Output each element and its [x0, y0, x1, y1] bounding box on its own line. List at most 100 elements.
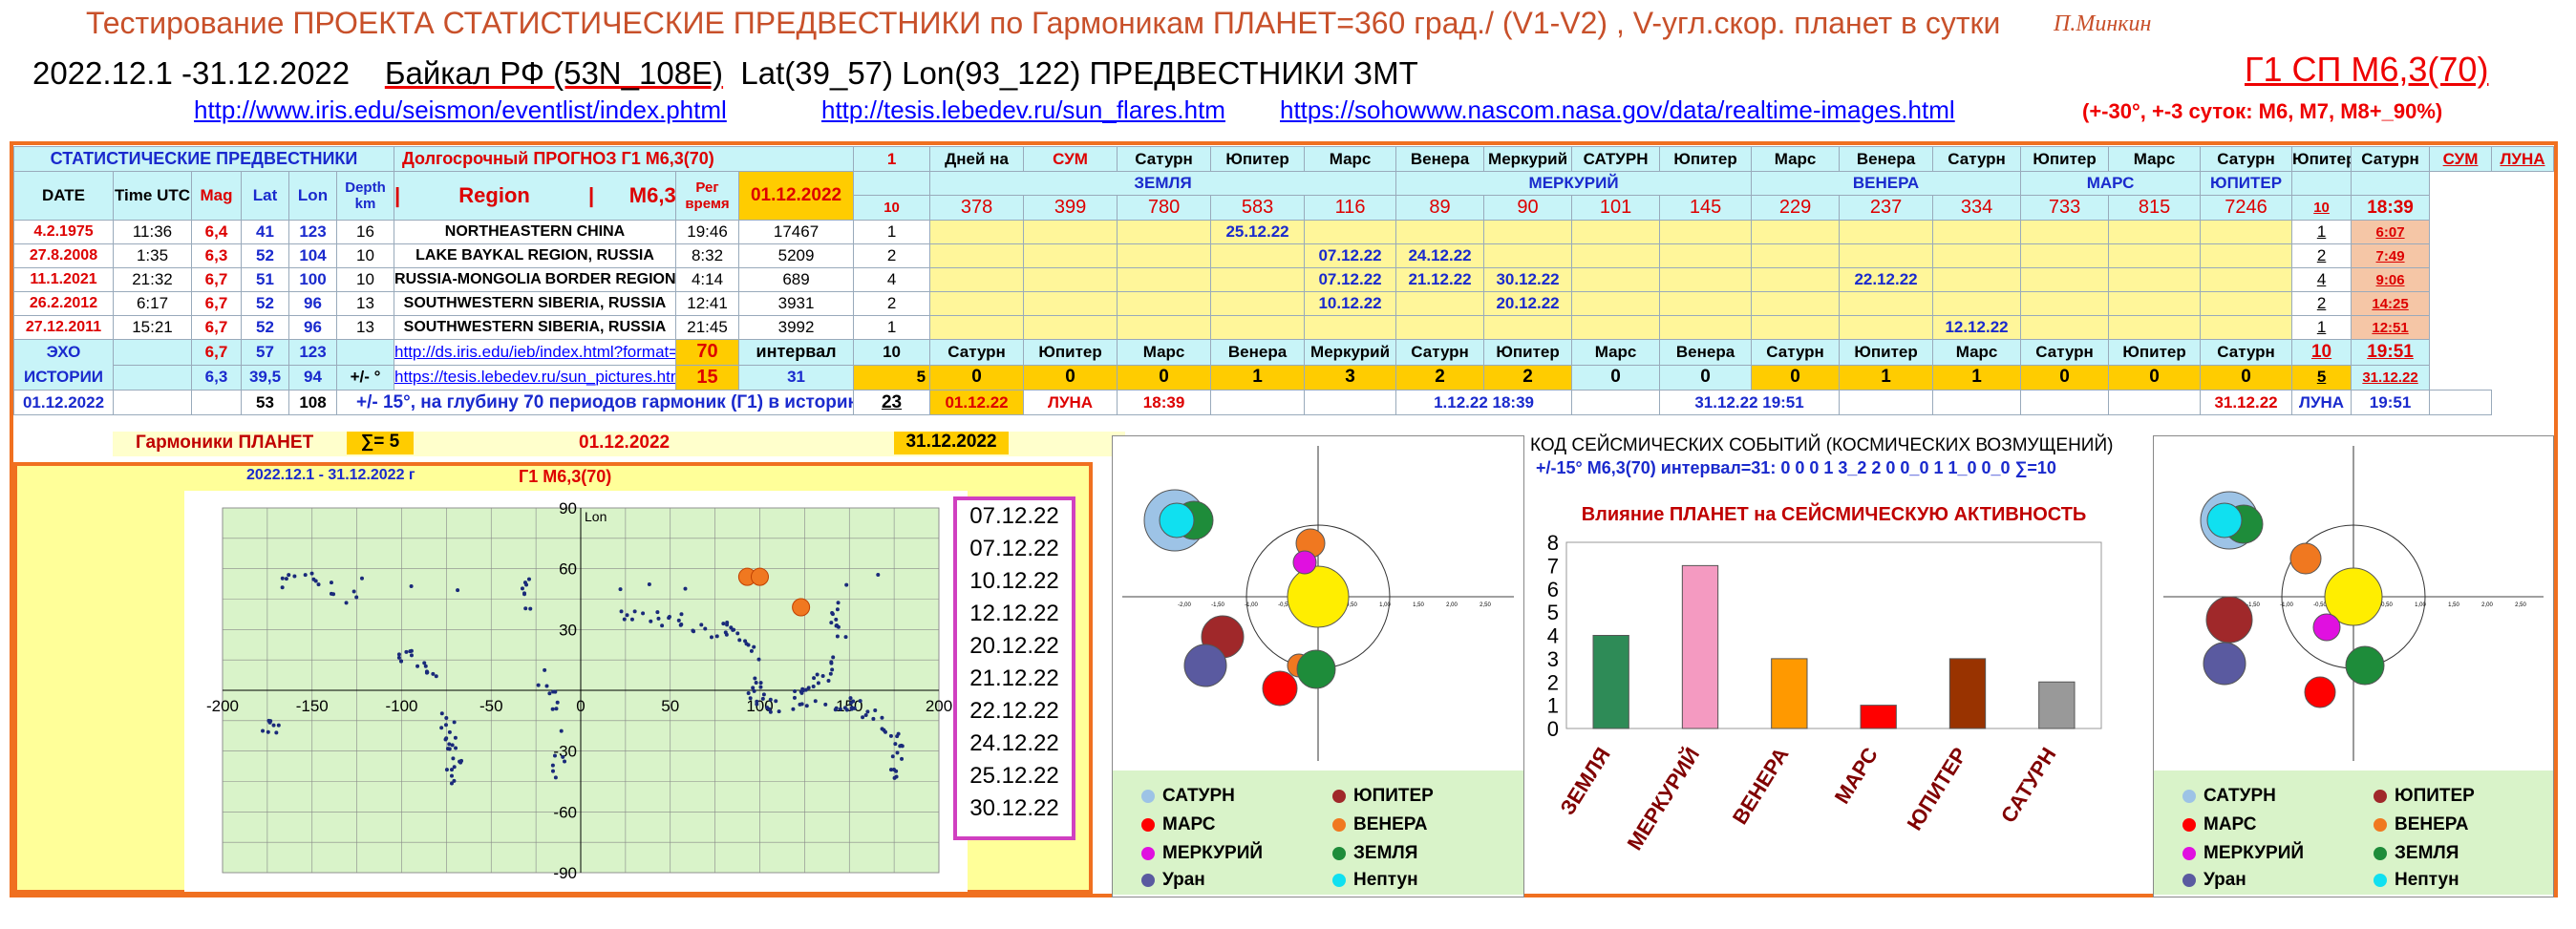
- bar-category-label: САТУРН: [1996, 743, 2061, 827]
- bar-category-label: ВЕНЕРА: [1728, 743, 1794, 828]
- map-quake-point: [399, 659, 404, 664]
- map-quake-point: [811, 685, 816, 689]
- event-region: NORTHEASTERN CHINA: [394, 220, 677, 244]
- legend-marker: [1141, 846, 1155, 860]
- map-target-marker: [751, 567, 769, 586]
- event-lon: 123: [288, 220, 337, 244]
- event-time: 15:21: [113, 315, 192, 340]
- iris-ieb-link[interactable]: http://ds.iris.edu/ieb/index.html?format…: [394, 339, 677, 366]
- event-lat: 52: [241, 315, 289, 340]
- map-quake-point: [526, 577, 531, 581]
- map-quake-point: [649, 619, 653, 623]
- event-hit-date: 21.12.22: [1395, 267, 1485, 292]
- forecast-date: 01.12.2022: [738, 171, 855, 221]
- map-quake-point: [865, 709, 870, 714]
- event-hit-date: [2020, 243, 2110, 268]
- start-date: 01.12.22: [929, 390, 1025, 415]
- event-mag: 6,7: [191, 267, 242, 292]
- map-x-tick: -150: [296, 697, 329, 715]
- orbit-tick: 2,00: [2481, 602, 2493, 608]
- event-hit-date: [1751, 315, 1841, 340]
- event-hit-date: [1395, 315, 1485, 340]
- event-mag: 6,7: [191, 291, 242, 316]
- map-quake-point: [861, 715, 865, 720]
- sum-value: 10: [853, 195, 931, 221]
- legend-item-mars: МАРС: [2182, 814, 2256, 835]
- event-region: SOUTHWESTERN SIBERIA, RUSSIA: [394, 291, 677, 316]
- bar-y-tick: 0: [1547, 717, 1559, 741]
- echo-count: 0: [2200, 364, 2293, 391]
- echo-count: 1: [1210, 364, 1306, 391]
- bar-0: [1592, 635, 1629, 729]
- soho-link[interactable]: https://sohowww.nascom.nasa.gov/data/rea…: [1280, 95, 1955, 125]
- map-quake-point: [271, 723, 276, 728]
- forecast-date-item: 07.12.22: [969, 536, 1059, 561]
- map-quake-point: [793, 689, 798, 694]
- period-end: 31.12.22 19:51: [1659, 390, 1841, 415]
- map-quake-point: [791, 707, 796, 711]
- map-quake-point: [553, 689, 558, 694]
- event-lat: 52: [241, 243, 289, 268]
- orbit-panel-left: -2,00-1,50-1,00-0,500,000,501,001,502,00…: [1112, 435, 1524, 897]
- map-quake-point: [804, 704, 809, 708]
- tesis-link[interactable]: http://tesis.lebedev.ru/sun_flares.htm: [821, 95, 1225, 125]
- map-quake-point: [618, 587, 623, 592]
- map-quake-point: [396, 655, 401, 660]
- map-target-marker: [792, 598, 811, 617]
- forecast-date-item: 24.12.22: [969, 730, 1059, 756]
- bar-4: [1948, 658, 1987, 729]
- map-quake-point: [756, 657, 761, 662]
- map-quake-point: [833, 707, 838, 712]
- moon-header: ЛУНА: [2491, 146, 2554, 172]
- event-sum: 1: [853, 315, 931, 340]
- map-quake-point: [309, 571, 314, 576]
- event-lat: 51: [241, 267, 289, 292]
- map-quake-point: [316, 582, 321, 587]
- period-value: 145: [1659, 195, 1753, 221]
- echo-planet-name: Юпитер: [1023, 339, 1118, 366]
- map-quake-point: [451, 756, 456, 761]
- world-map-chart: -200 -150 -100 -50 0 50 100 150 200906030-30-60-…: [206, 499, 952, 882]
- bar-3: [1860, 705, 1897, 729]
- event-date: 11.1.2021: [13, 267, 114, 292]
- map-quake-point: [768, 709, 773, 714]
- table-cell: [1210, 390, 1306, 415]
- tesis-pictures-link[interactable]: https://tesis.lebedev.ru/sun_pictures.ht…: [394, 364, 677, 391]
- map-quake-point: [274, 730, 279, 735]
- echo-lon: 123: [288, 339, 337, 366]
- map-quake-point: [456, 588, 460, 593]
- map-quake-point: [449, 768, 454, 772]
- event-moon-time: 14:25: [2351, 291, 2431, 316]
- map-x-tick: -100: [385, 697, 417, 715]
- event-hit-date: [2108, 315, 2202, 340]
- legend-marker: [2182, 846, 2196, 860]
- echo-planet-name: Марс: [1932, 339, 2022, 366]
- map-quake-point: [280, 576, 285, 581]
- legend-label: ЗЕМЛЯ: [1353, 843, 1418, 863]
- map-quake-point: [880, 715, 884, 720]
- map-quake-point: [815, 672, 820, 677]
- table-cell: [2291, 171, 2352, 196]
- map-y-tick: 30: [559, 621, 577, 639]
- event-hit-date: [1659, 243, 1753, 268]
- iris-link[interactable]: http://www.iris.edu/seismon/eventlist/in…: [194, 95, 727, 125]
- event-reg-time: 4:14: [675, 267, 740, 292]
- map-quake-point: [449, 781, 454, 786]
- forecast-title: Долгосрочный ПРОГНОЗ Г1 М6,3(70): [394, 146, 855, 172]
- map-quake-point: [547, 691, 552, 696]
- event-hit-date: [1659, 220, 1753, 244]
- harmonics-bar: Гармоники ПЛАНЕТ ∑= 5 01.12.2022 31.12.2…: [113, 432, 1125, 456]
- period-value: 90: [1483, 195, 1573, 221]
- event-lon: 100: [288, 267, 337, 292]
- event-hit-date: [1751, 220, 1841, 244]
- map-title-right: Г1 М6,3(70): [519, 467, 612, 486]
- event-hit-date: [1932, 267, 2022, 292]
- map-quake-point: [522, 591, 527, 596]
- map-quake-point: [287, 573, 291, 578]
- group-jupiter: ЮПИТЕР: [2200, 171, 2293, 196]
- map-quake-point: [444, 768, 449, 772]
- map-quake-point: [831, 655, 836, 660]
- legend-label: Уран: [2203, 870, 2246, 890]
- echo-label: ЭХО ИСТОРИИ: [13, 339, 114, 391]
- event-hit-date: [2200, 267, 2293, 292]
